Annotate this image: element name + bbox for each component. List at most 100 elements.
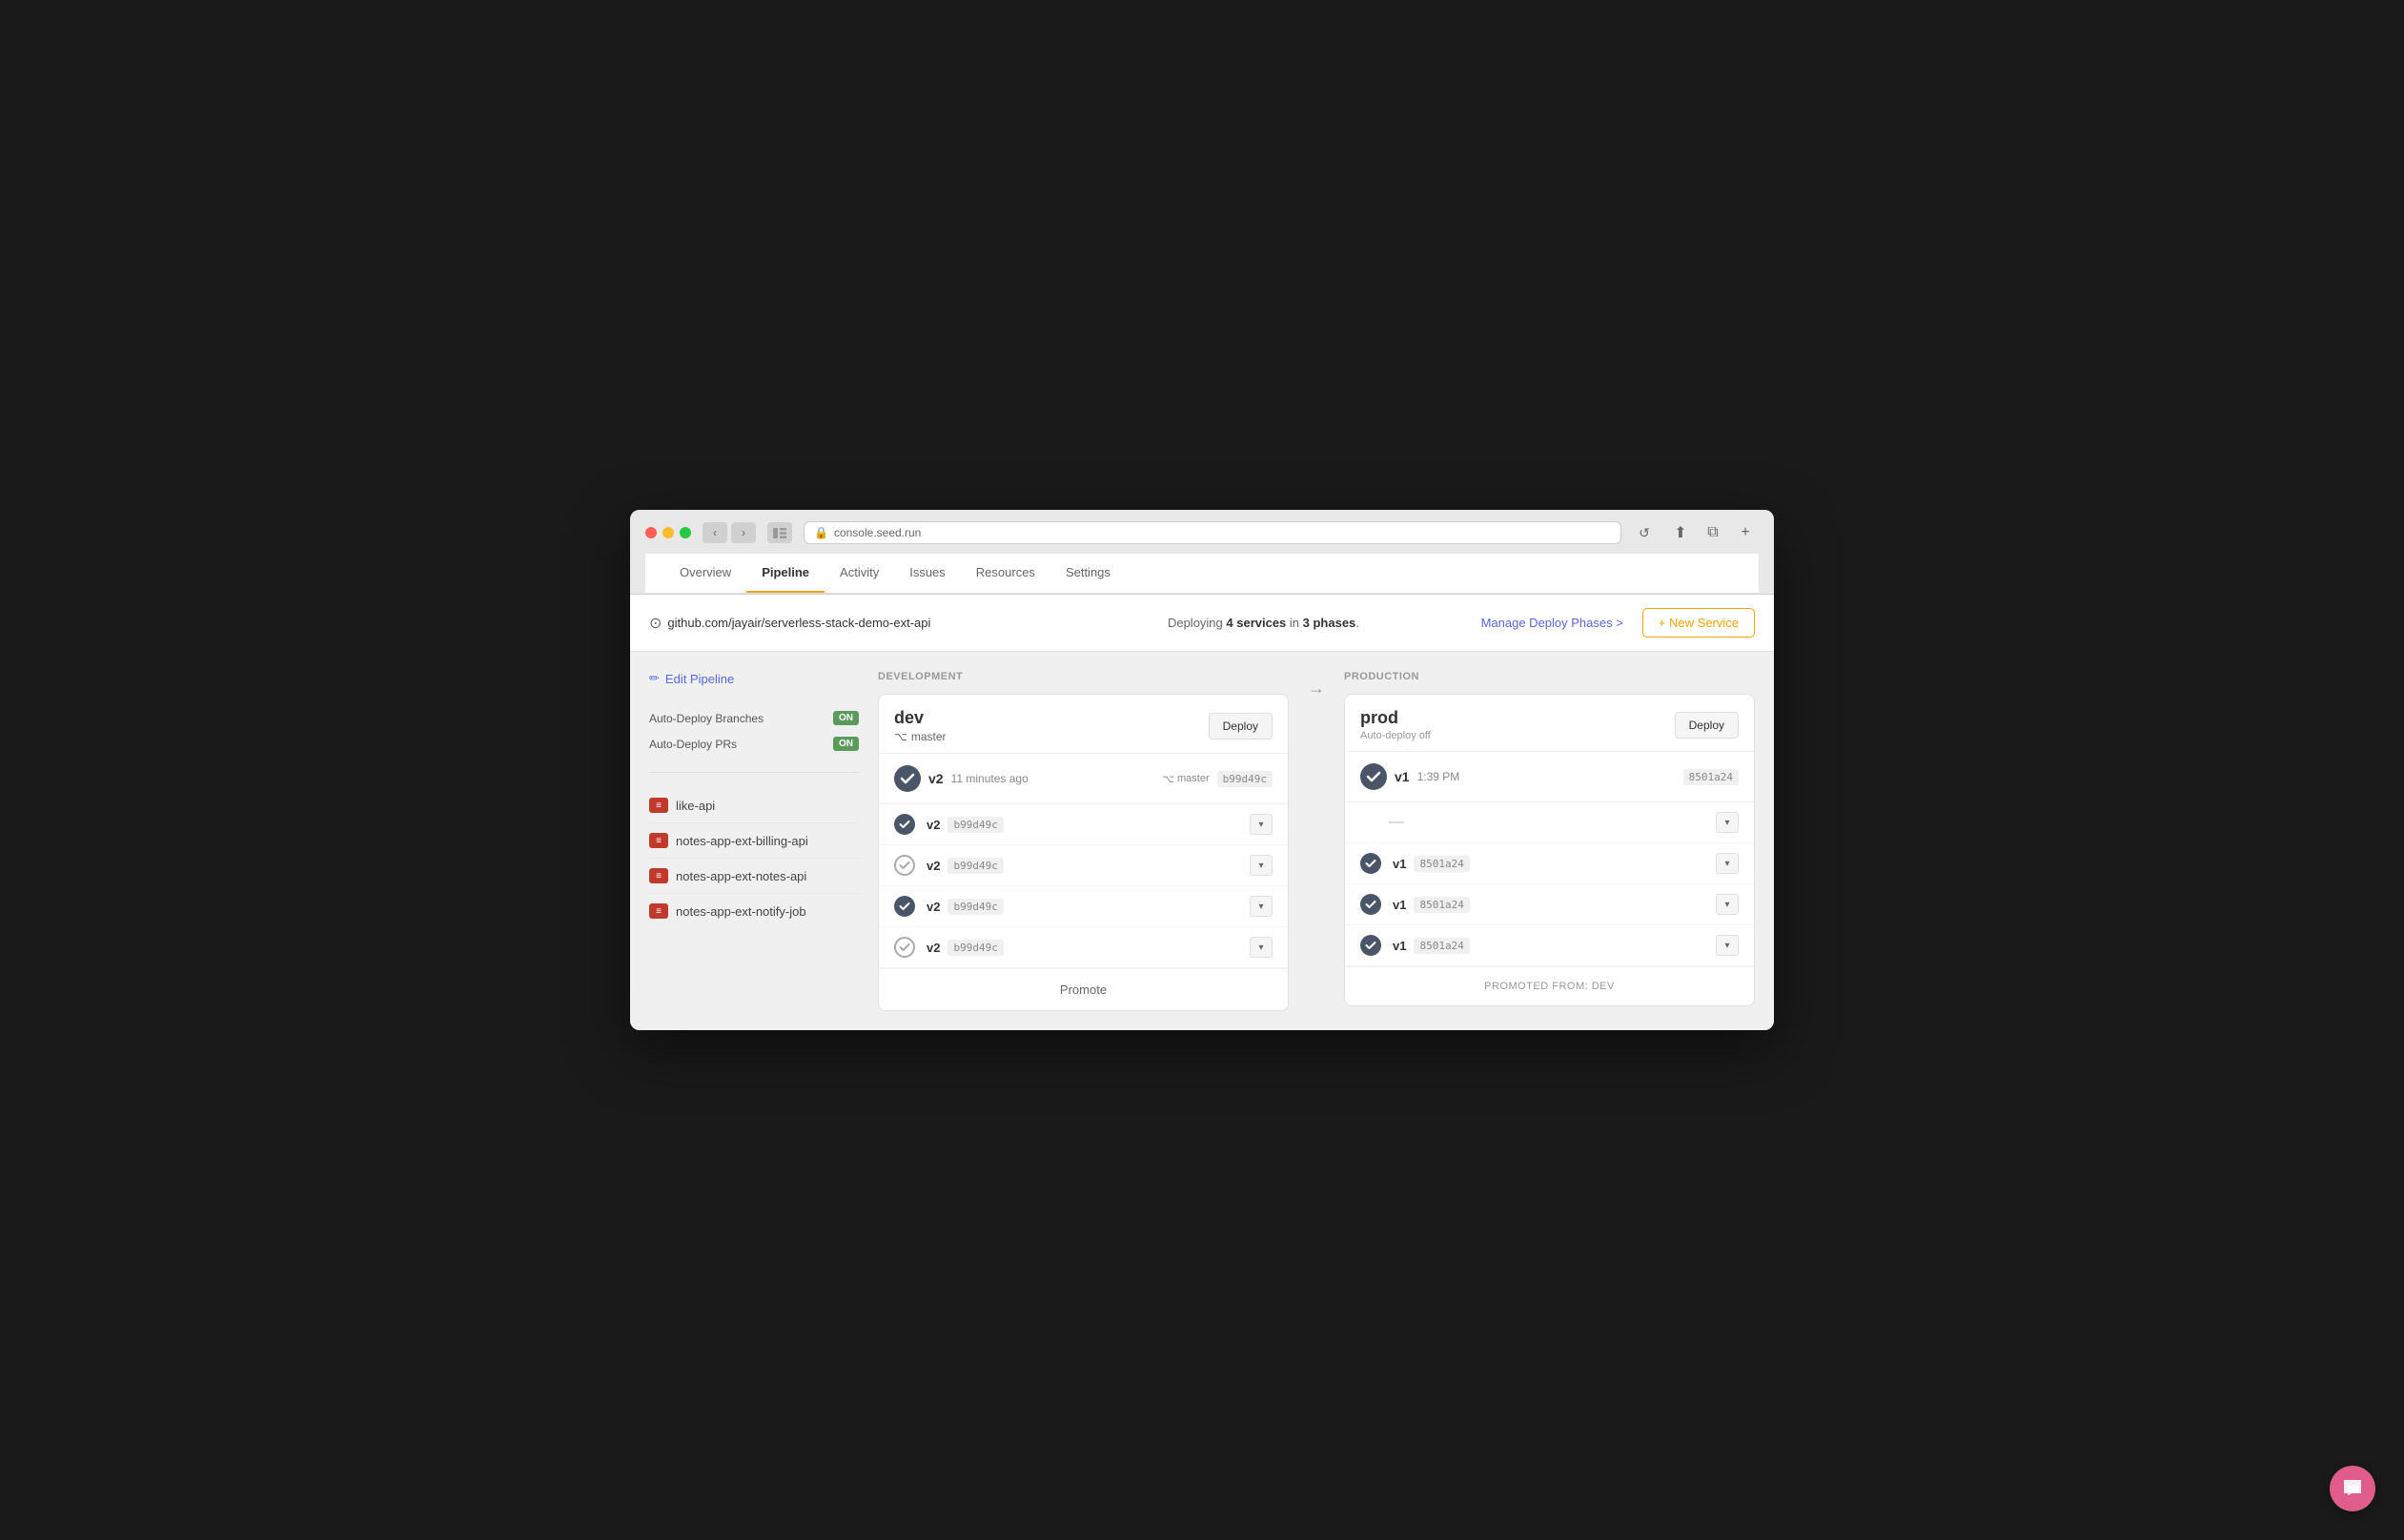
- dev-commit-version: v2: [928, 771, 944, 786]
- sidebar: ✏ Edit Pipeline Auto-Deploy Branches ON …: [649, 671, 878, 1011]
- service-icon-like-api: [649, 798, 668, 813]
- back-button[interactable]: ‹: [703, 522, 727, 543]
- dev-service-1-expand[interactable]: ▾: [1250, 855, 1273, 876]
- manage-phases-link[interactable]: Manage Deploy Phases >: [1481, 616, 1623, 630]
- promoted-from-label: PROMOTED FROM: dev: [1345, 966, 1754, 1005]
- dev-service-row-1: v2 b99d49c ▾: [879, 845, 1288, 886]
- new-service-button[interactable]: + New Service: [1642, 608, 1755, 638]
- close-button[interactable]: [645, 527, 657, 538]
- dev-service-3-check-icon: [894, 937, 915, 958]
- prod-service-2-version: v1: [1393, 898, 1406, 912]
- service-icon-notify-job: [649, 903, 668, 919]
- prod-service-2-expand[interactable]: ▾: [1716, 894, 1739, 915]
- service-item-notify-job[interactable]: notes-app-ext-notify-job: [649, 894, 859, 928]
- prod-auto-deploy: Auto-deploy off: [1360, 730, 1431, 741]
- prod-service-2-check-icon: [1360, 894, 1381, 915]
- dev-service-2-expand[interactable]: ▾: [1250, 896, 1273, 917]
- prod-service-row-1: v1 8501a24 ▾: [1345, 843, 1754, 884]
- minimize-button[interactable]: [662, 527, 674, 538]
- dev-service-1-hash: b99d49c: [947, 858, 1003, 874]
- dev-service-3-version: v2: [927, 941, 940, 955]
- maximize-button[interactable]: [680, 527, 691, 538]
- dev-check-icon: [894, 765, 921, 792]
- app-navigation: Overview Pipeline Activity Issues Resour…: [645, 554, 1759, 594]
- dev-service-1-check-icon: [894, 855, 915, 876]
- service-item-like-api[interactable]: like-api: [649, 788, 859, 823]
- dev-service-2-version: v2: [927, 900, 940, 914]
- prod-service-row-3: v1 8501a24 ▾: [1345, 925, 1754, 966]
- dev-service-1-version: v2: [927, 859, 940, 873]
- share-button[interactable]: ⬆: [1667, 522, 1694, 543]
- auto-deploy-prs-setting: Auto-Deploy PRs ON: [649, 731, 859, 757]
- dev-service-3-hash: b99d49c: [947, 940, 1003, 956]
- git-branch-icon: ⌥: [894, 730, 907, 743]
- production-label: PRODUCTION: [1344, 671, 1755, 682]
- prod-service-3-check-icon: [1360, 935, 1381, 956]
- address-bar[interactable]: 🔒 console.seed.run: [804, 521, 1621, 544]
- dev-service-2-hash: b99d49c: [947, 899, 1003, 915]
- dev-service-row-2: v2 b99d49c ▾: [879, 886, 1288, 927]
- info-bar: ⊙ github.com/jayair/serverless-stack-dem…: [630, 595, 1774, 652]
- prod-service-row-2: v1 8501a24 ▾: [1345, 884, 1754, 925]
- prod-service-1-hash: 8501a24: [1414, 856, 1469, 872]
- new-tab-button[interactable]: ⧉: [1700, 522, 1726, 543]
- prod-env-name: prod: [1360, 708, 1431, 728]
- prod-service-0-expand[interactable]: ▾: [1716, 812, 1739, 833]
- dev-service-0-version: v2: [927, 818, 940, 832]
- stage-arrow: →: [1308, 671, 1325, 699]
- prod-deploy-button[interactable]: Deploy: [1675, 712, 1739, 739]
- tab-pipeline[interactable]: Pipeline: [746, 554, 825, 593]
- dev-commit-hash: b99d49c: [1217, 771, 1273, 787]
- prod-card-header: prod Auto-deploy off Deploy: [1345, 695, 1754, 752]
- service-icon-billing-api: [649, 833, 668, 848]
- add-tab-button[interactable]: +: [1732, 522, 1759, 543]
- tab-issues[interactable]: Issues: [894, 554, 961, 593]
- forward-button[interactable]: ›: [731, 522, 756, 543]
- tab-resources[interactable]: Resources: [961, 554, 1050, 593]
- promote-button[interactable]: Promote: [879, 968, 1288, 1010]
- dev-env-name: dev: [894, 708, 947, 728]
- tab-overview[interactable]: Overview: [664, 554, 746, 593]
- service-item-billing-api[interactable]: notes-app-ext-billing-api: [649, 823, 859, 859]
- prod-service-0-dash: —: [1389, 814, 1404, 831]
- prod-service-row-0: — ▾: [1345, 802, 1754, 843]
- github-icon: ⊙: [649, 614, 662, 633]
- prod-service-3-expand[interactable]: ▾: [1716, 935, 1739, 956]
- prod-commit-version: v1: [1395, 769, 1410, 784]
- refresh-button[interactable]: ↺: [1633, 522, 1656, 543]
- dev-service-row-3: v2 b99d49c ▾: [879, 927, 1288, 968]
- dev-commit-time: 11 minutes ago: [951, 772, 1029, 785]
- service-icon-notes-api: [649, 868, 668, 883]
- prod-service-1-expand[interactable]: ▾: [1716, 853, 1739, 874]
- production-section: PRODUCTION prod Auto-deploy off Deploy: [1344, 671, 1755, 1006]
- sidebar-toggle-button[interactable]: [767, 522, 792, 543]
- traffic-lights: [645, 527, 691, 538]
- prod-check-icon: [1360, 763, 1387, 790]
- prod-service-2-hash: 8501a24: [1414, 897, 1469, 913]
- dev-service-0-expand[interactable]: ▾: [1250, 814, 1273, 835]
- url-text: console.seed.run: [834, 526, 921, 539]
- dev-service-0-check-icon: [894, 814, 915, 835]
- dev-branch: ⌥ master: [894, 730, 947, 743]
- pipeline-content: DEVELOPMENT dev ⌥ master Deploy: [878, 671, 1755, 1011]
- lock-icon: 🔒: [814, 526, 828, 539]
- tab-settings[interactable]: Settings: [1050, 554, 1126, 593]
- chat-button[interactable]: [2330, 1466, 2375, 1511]
- dev-stage-card: dev ⌥ master Deploy: [878, 694, 1289, 1011]
- dev-commit-summary: v2 11 minutes ago ⌥ master b99d49c: [879, 754, 1288, 804]
- pencil-icon: ✏: [649, 671, 660, 686]
- edit-pipeline-link[interactable]: ✏ Edit Pipeline: [649, 671, 859, 686]
- development-label: DEVELOPMENT: [878, 671, 1289, 682]
- repo-link[interactable]: ⊙ github.com/jayair/serverless-stack-dem…: [649, 614, 1046, 633]
- repo-url: github.com/jayair/serverless-stack-demo-…: [667, 616, 930, 630]
- dev-deploy-button[interactable]: Deploy: [1209, 713, 1273, 740]
- development-section: DEVELOPMENT dev ⌥ master Deploy: [878, 671, 1289, 1011]
- tab-activity[interactable]: Activity: [825, 554, 894, 593]
- service-item-notes-api[interactable]: notes-app-ext-notes-api: [649, 859, 859, 894]
- auto-deploy-branches-badge: ON: [833, 711, 859, 725]
- prod-commit-hash: 8501a24: [1683, 769, 1739, 785]
- dev-service-3-expand[interactable]: ▾: [1250, 937, 1273, 958]
- dev-service-0-hash: b99d49c: [947, 817, 1003, 833]
- dev-service-2-check-icon: [894, 896, 915, 917]
- auto-deploy-branches-setting: Auto-Deploy Branches ON: [649, 705, 859, 731]
